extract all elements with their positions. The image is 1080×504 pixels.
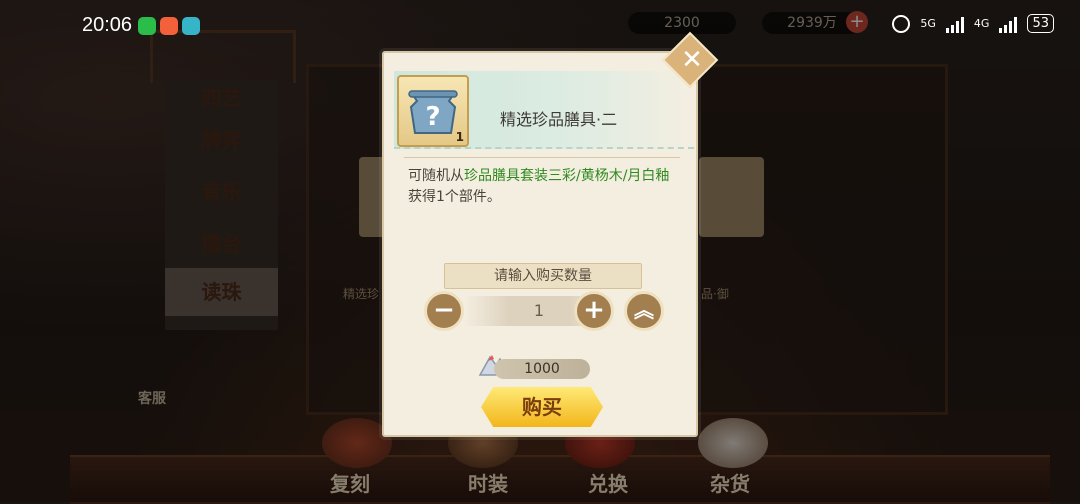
status-icons: 5G 4G 53 bbox=[892, 14, 1054, 33]
item-description: 可随机从珍品膳具套装三彩/黄杨木/月白釉获得1个部件。 bbox=[408, 166, 678, 208]
divider bbox=[404, 157, 680, 158]
item-count: 1 bbox=[455, 130, 464, 144]
network-5g-label: 5G bbox=[920, 17, 936, 30]
battery-indicator: 53 bbox=[1027, 14, 1054, 33]
item-name: 精选珍品膳具·二 bbox=[500, 110, 618, 129]
signal-icon bbox=[945, 15, 964, 33]
price-value: 1000 bbox=[494, 359, 590, 379]
description-prefix: 可随机从 bbox=[408, 168, 464, 184]
network-4g-label: 4G bbox=[973, 17, 990, 30]
buy-button[interactable]: 购买 bbox=[481, 387, 603, 427]
game-app-icon bbox=[182, 17, 200, 35]
svg-text:?: ? bbox=[425, 102, 440, 132]
item-slot: ? 1 bbox=[397, 75, 469, 147]
clock: 20:06 bbox=[82, 14, 133, 36]
description-suffix: 获得1个部件。 bbox=[408, 189, 501, 205]
description-highlight: 珍品膳具套装三彩/黄杨木/月白釉 bbox=[464, 168, 670, 184]
signal-icon bbox=[999, 15, 1018, 33]
decrease-quantity-button[interactable]: − bbox=[424, 291, 464, 331]
weibo-icon bbox=[160, 17, 178, 35]
purchase-dialog: 精选珍品膳具·二 ? 1 可随机从珍品膳具套装三彩/黄杨木/月白釉获得1个部件。… bbox=[382, 51, 698, 437]
quantity-prompt: 请输入购买数量 bbox=[444, 263, 642, 289]
max-quantity-button[interactable]: ︽ bbox=[624, 291, 664, 331]
wechat-icon bbox=[138, 17, 156, 35]
status-bar: 20:06 5G 4G 53 bbox=[0, 0, 1080, 56]
alarm-icon bbox=[892, 14, 911, 33]
close-icon[interactable]: ✕ bbox=[672, 41, 712, 81]
increase-quantity-button[interactable]: + bbox=[574, 291, 614, 331]
